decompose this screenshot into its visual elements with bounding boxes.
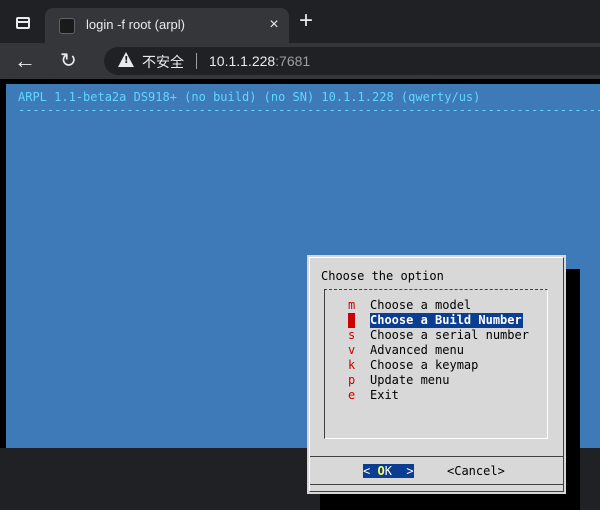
browser-tab[interactable]: login -f root (arpl) × xyxy=(45,8,289,43)
reload-icon[interactable]: ↻ xyxy=(60,48,77,74)
url-host: 10.1.1.228 xyxy=(209,53,276,69)
close-icon[interactable]: × xyxy=(264,15,284,35)
ok-left: < xyxy=(363,464,378,478)
url-text[interactable]: 10.1.1.228:7681 xyxy=(209,53,310,69)
menu-item-label: Choose a serial number xyxy=(370,328,529,342)
menu-list: m Choose a model n Choose a Build Number s Ch… xyxy=(324,289,548,439)
tab-strip: login -f root (arpl) × + xyxy=(0,0,600,43)
window-icon[interactable] xyxy=(16,17,30,29)
ok-rest: K > xyxy=(384,464,414,478)
menu-item-label: Choose a model xyxy=(370,298,472,312)
tab-favicon xyxy=(59,18,75,34)
menu-item-label: Choose a Build Number xyxy=(370,313,523,328)
dialog-bottom-edge xyxy=(310,484,563,486)
back-arrow-icon[interactable]: ← xyxy=(14,47,36,75)
divider xyxy=(196,53,197,69)
menu-item-tag: m xyxy=(348,298,356,312)
terminal-area[interactable]: ARPL 1.1-beta2a DS918+ (no build) (no SN… xyxy=(0,79,600,510)
security-label[interactable]: 不安全 xyxy=(142,52,184,72)
ok-hotkey: O xyxy=(377,464,385,478)
backtitle: ARPL 1.1-beta2a DS918+ (no build) (no SN… xyxy=(18,90,481,104)
browser-toolbar: ← ↻ 不安全 10.1.1.228:7681 xyxy=(0,43,600,79)
tab-title: login -f root (arpl) xyxy=(86,17,185,32)
menu-item-tag: e xyxy=(348,388,356,402)
menu-item-label: Advanced menu xyxy=(370,343,464,357)
menu-item-label: Choose a keymap xyxy=(370,358,479,372)
warning-icon[interactable] xyxy=(118,52,134,67)
menu-item-tag: n xyxy=(348,313,356,328)
cancel-button[interactable]: <Cancel> xyxy=(447,464,505,478)
menu-item-tag: s xyxy=(348,328,356,342)
backtitle-underline: ----------------------------------------… xyxy=(18,104,600,116)
menu-item-label: Exit xyxy=(370,388,399,402)
ok-button[interactable]: < OK > xyxy=(363,464,414,478)
menu-item-label: Update menu xyxy=(370,373,450,387)
url-port: :7681 xyxy=(275,53,311,69)
dialog-prompt: Choose the option xyxy=(321,269,444,283)
address-bar[interactable]: 不安全 10.1.1.228:7681 xyxy=(104,47,600,75)
plus-icon[interactable]: + xyxy=(294,9,318,33)
button-separator xyxy=(310,456,563,458)
menu-item-tag: k xyxy=(348,358,356,372)
menu-item-tag: p xyxy=(348,373,356,387)
menu-item-tag: v xyxy=(348,343,356,357)
menu-dialog: Choose the option m Choose a model n Choose… xyxy=(307,255,566,494)
